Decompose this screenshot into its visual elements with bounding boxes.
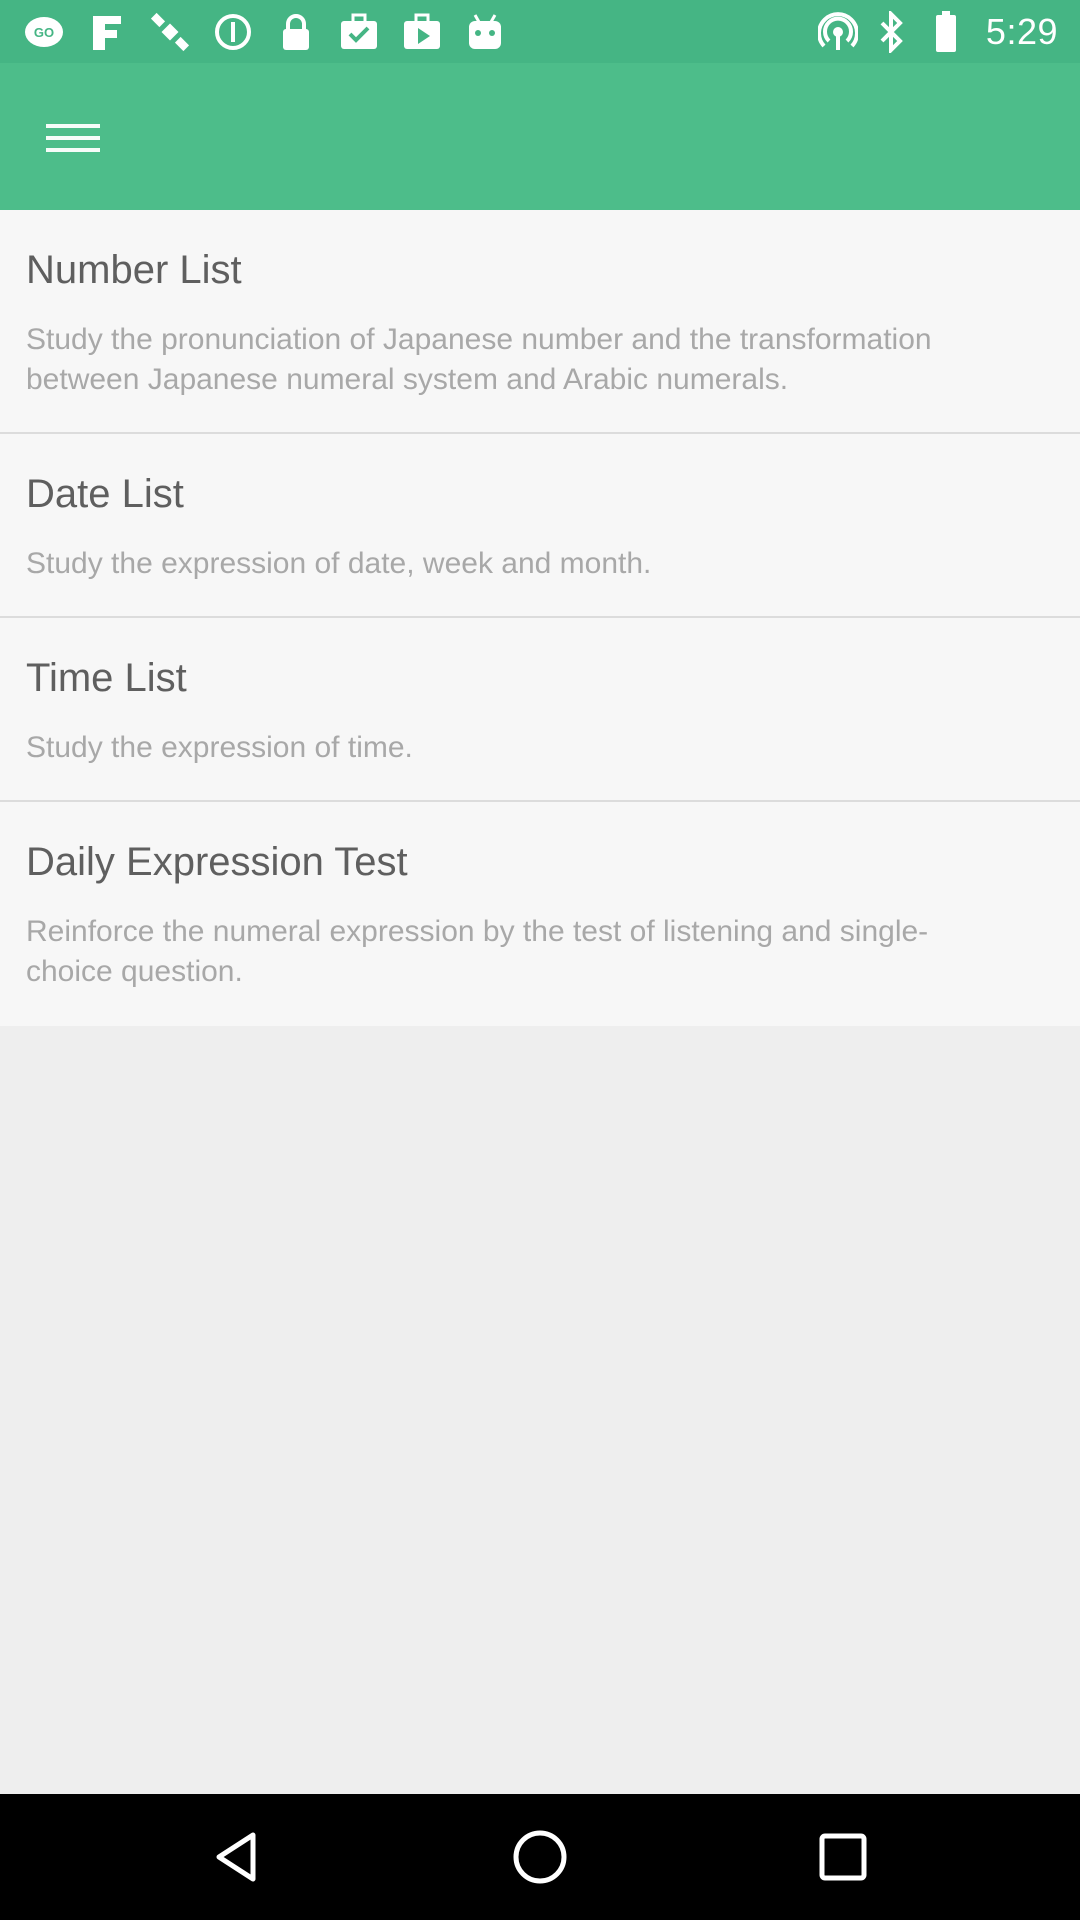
menu-button[interactable] [28,103,118,173]
android-icon [463,10,507,54]
item-title: Daily Expression Test [26,840,408,884]
hamburger-menu-icon [46,116,100,160]
lesson-list: Number List Study the pronunciation of J… [0,210,1080,1026]
item-description: Reinforce the numeral expression by the … [26,915,929,988]
list-item-date-list[interactable]: Date List Study the expression of date, … [0,434,1080,618]
hotspot-icon [817,10,858,54]
fake-icon [85,10,129,54]
alert-icon [211,10,255,54]
recents-icon [819,1833,867,1881]
item-title: Time List [26,656,187,700]
clock: 5:29 [985,11,1058,52]
list-item-time-list[interactable]: Time List Study the expression of time. [0,618,1080,802]
go-icon: GO [22,10,66,54]
bluetooth-icon [872,10,912,54]
home-button[interactable] [495,1812,585,1902]
briefcase-check-icon [337,10,381,54]
item-description: Study the pronunciation of Japanese numb… [26,323,932,396]
list-item-number-list[interactable]: Number List Study the pronunciation of J… [0,210,1080,434]
app-bar [0,63,1080,210]
item-description: Study the expression of time. [26,731,413,764]
battery-icon [926,10,966,54]
status-bar: GO 5:29 [0,0,1080,63]
svg-text:GO: GO [34,25,54,40]
notification-icons: GO [22,10,526,54]
lock-icon [274,10,318,54]
item-description: Study the expression of date, week and m… [26,547,652,580]
list-item-daily-expression-test[interactable]: Daily Expression Test Reinforce the nume… [0,802,1080,1026]
navigation-bar [0,1794,1080,1920]
item-title: Date List [26,472,184,516]
home-icon [513,1830,567,1884]
recents-button[interactable] [798,1812,888,1902]
system-status-icons: 5:29 [804,8,1058,56]
satellite-icon [148,10,192,54]
back-button[interactable] [192,1812,282,1902]
back-icon [216,1832,256,1882]
item-title: Number List [26,248,242,292]
play-store-icon [400,10,444,54]
